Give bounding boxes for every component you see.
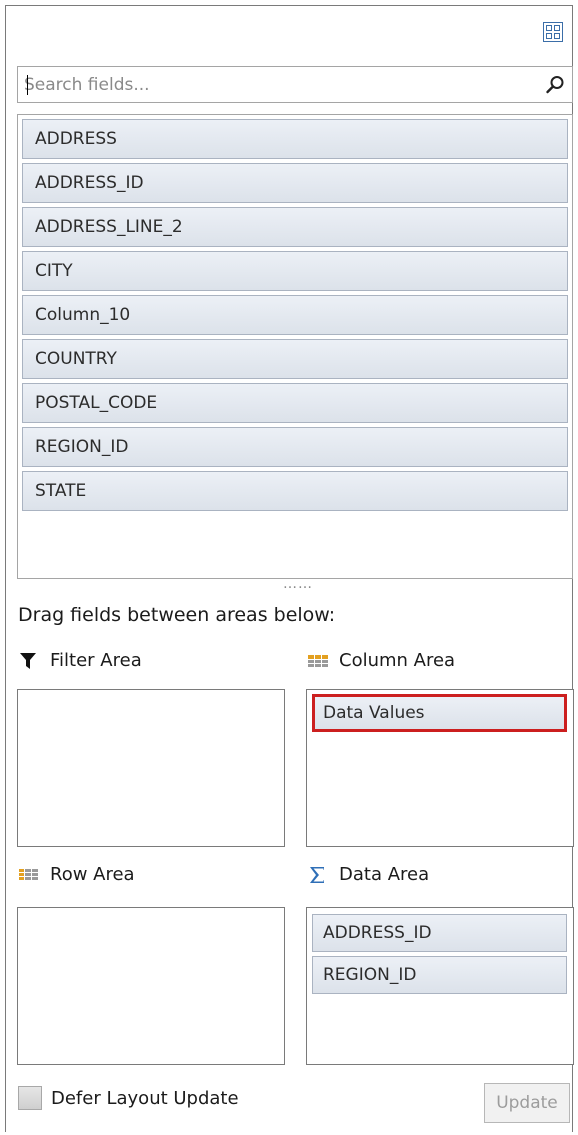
search-input[interactable] [18,67,528,102]
column-area-box[interactable]: Data Values [306,689,574,847]
defer-layout-update[interactable]: Defer Layout Update [18,1086,239,1110]
drag-hint-text: Drag fields between areas below: [18,604,336,626]
column-area-header: Column Area [307,650,455,671]
defer-layout-checkbox[interactable] [18,1086,42,1110]
field-item-column-10[interactable]: Column_10 [22,295,568,335]
field-item-region-id[interactable]: REGION_ID [22,427,568,467]
update-button[interactable]: Update [484,1083,570,1123]
column-area-item-data-values[interactable]: Data Values [312,694,567,732]
field-item-postal-code[interactable]: POSTAL_CODE [22,383,568,423]
filter-icon [18,651,40,671]
row-area-icon [18,865,40,885]
data-area-item-region-id[interactable]: REGION_ID [312,956,567,994]
field-item-city[interactable]: CITY [22,251,568,291]
sigma-icon [307,865,329,885]
field-item-country[interactable]: COUNTRY [22,339,568,379]
field-item-address[interactable]: ADDRESS [22,119,568,159]
column-area-icon [307,651,329,671]
field-item-address-id[interactable]: ADDRESS_ID [22,163,568,203]
field-item-address-line-2[interactable]: ADDRESS_LINE_2 [22,207,568,247]
column-area-label: Column Area [339,650,456,671]
row-area-label: Row Area [50,864,135,885]
field-list[interactable]: ADDRESS ADDRESS_ID ADDRESS_LINE_2 CITY C… [17,114,573,579]
layout-options-icon[interactable] [543,22,563,42]
field-item-state[interactable]: STATE [22,471,568,511]
row-area-header: Row Area [18,864,135,885]
data-area-header: Data Area [307,864,429,885]
panel-splitter[interactable]: …… [283,577,312,591]
search-icon[interactable] [544,74,566,96]
filter-area-box[interactable] [17,689,285,847]
search-field-box [17,66,573,103]
data-area-item-address-id[interactable]: ADDRESS_ID [312,914,567,952]
filter-area-header: Filter Area [18,650,142,671]
filter-area-label: Filter Area [50,650,142,671]
data-area-label: Data Area [339,864,430,885]
row-area-box[interactable] [17,907,285,1065]
text-caret [27,75,28,95]
data-area-box[interactable]: ADDRESS_ID REGION_ID [306,907,574,1065]
defer-layout-label: Defer Layout Update [51,1087,239,1109]
